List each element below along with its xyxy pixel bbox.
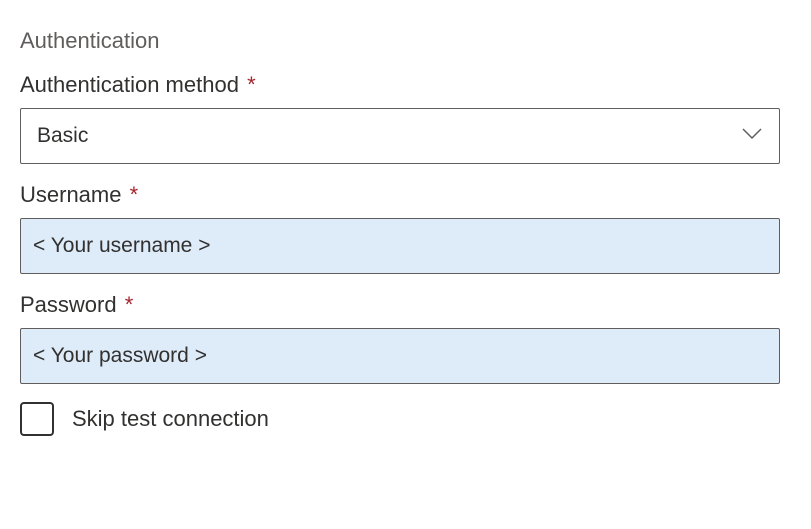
username-group: Username * [20,182,791,274]
required-mark: * [247,72,256,97]
skip-test-label: Skip test connection [72,406,269,432]
auth-method-label-row: Authentication method * [20,72,791,98]
password-label: Password [20,292,117,317]
password-input-wrap [20,328,780,384]
required-mark: * [125,292,134,317]
username-label: Username [20,182,121,207]
username-input[interactable] [33,219,767,273]
password-input[interactable] [33,329,767,383]
auth-method-select[interactable]: Basic [20,108,780,164]
required-mark: * [130,182,139,207]
section-heading: Authentication [20,28,791,54]
password-group: Password * [20,292,791,384]
username-input-wrap [20,218,780,274]
username-label-row: Username * [20,182,791,208]
skip-test-checkbox[interactable] [20,402,54,436]
auth-method-select-wrap: Basic [20,108,780,164]
skip-test-row: Skip test connection [20,402,791,436]
auth-method-group: Authentication method * Basic [20,72,791,164]
password-label-row: Password * [20,292,791,318]
auth-method-selected-value: Basic [37,124,88,148]
auth-method-label: Authentication method [20,72,239,97]
